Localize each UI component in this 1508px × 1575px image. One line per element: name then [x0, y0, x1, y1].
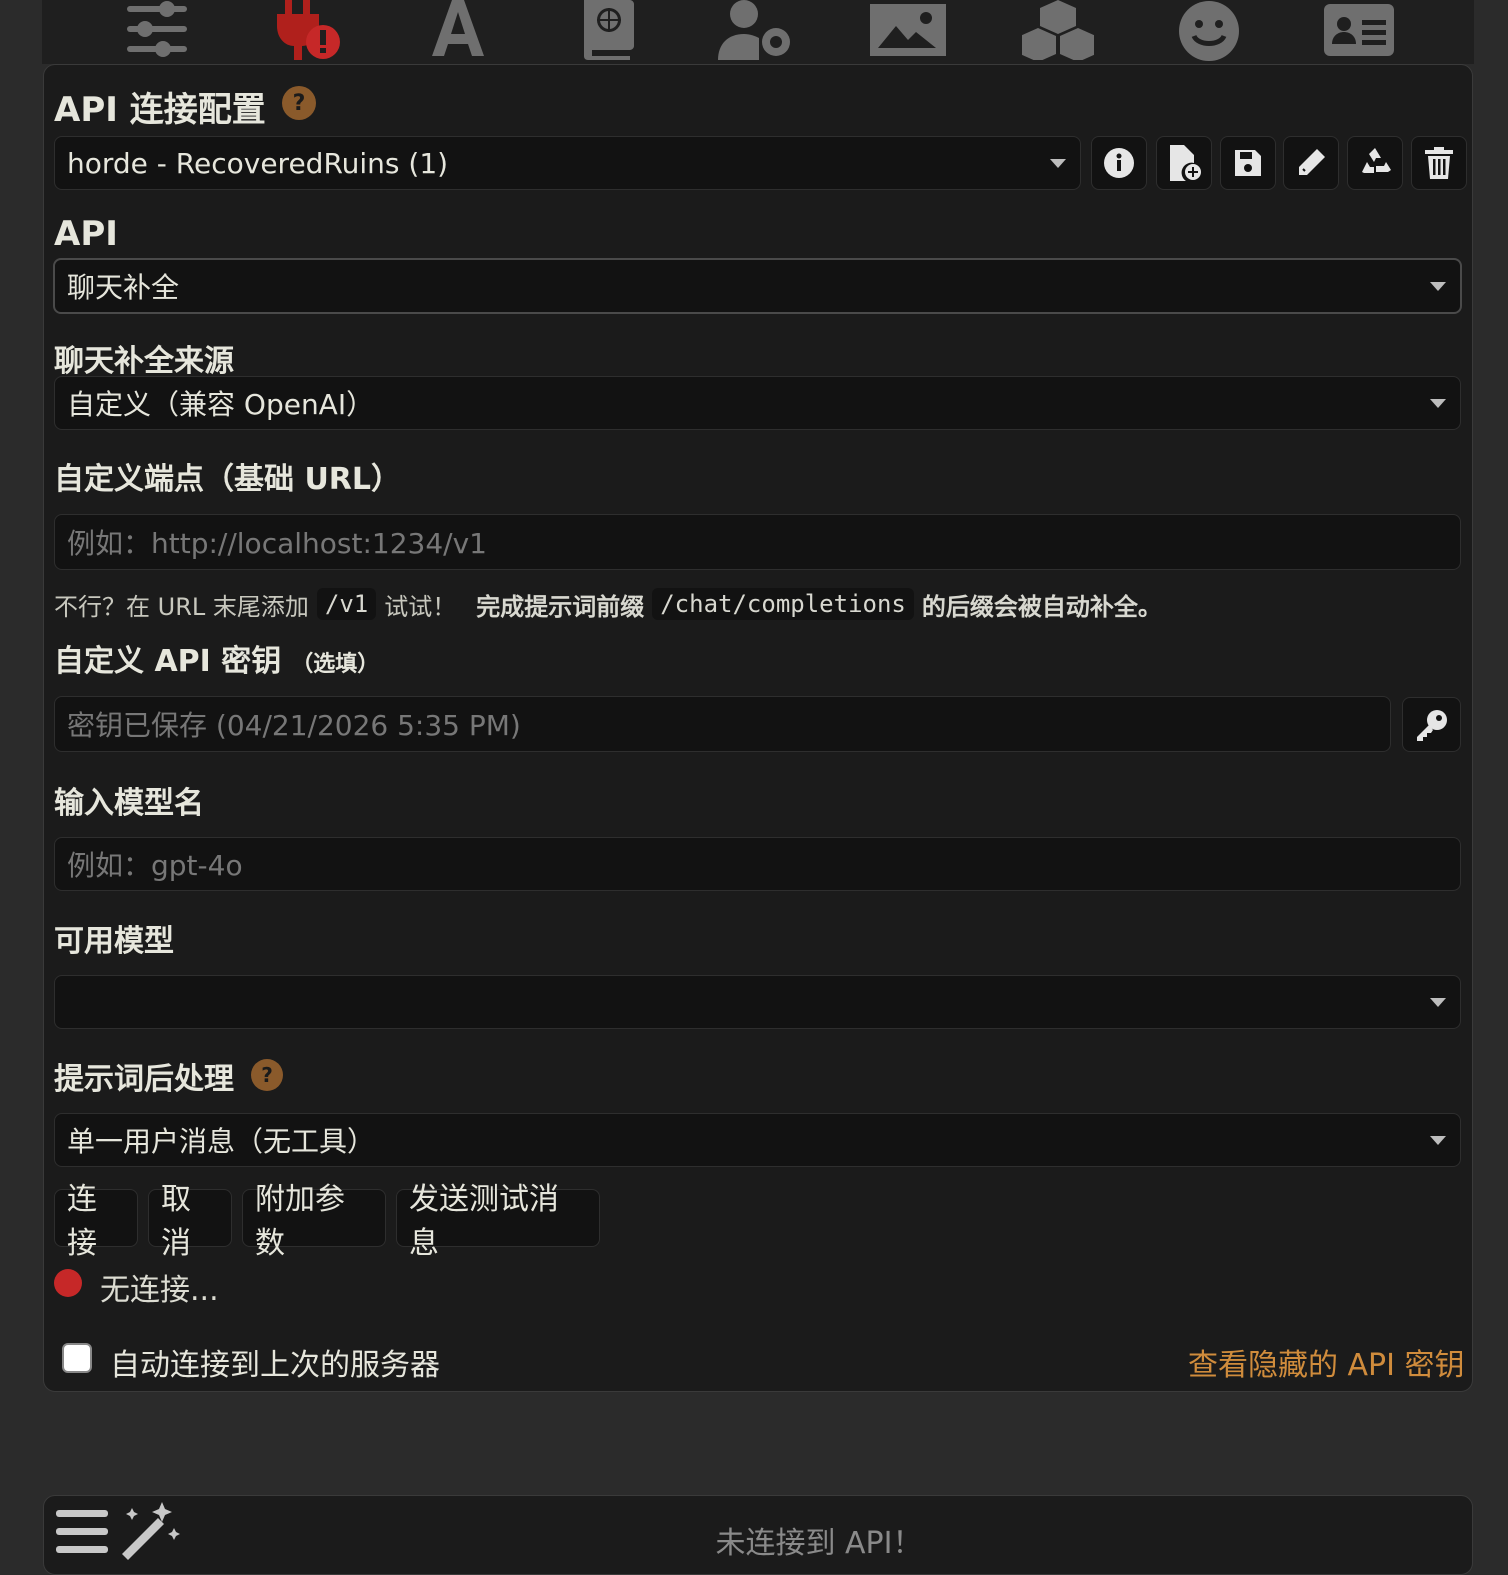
post-processing-value: 单一用户消息（无工具）	[67, 1125, 376, 1158]
info-circle-icon	[1104, 148, 1134, 178]
model-name-input[interactable]: 例如：gpt-4o	[54, 837, 1461, 891]
cubes-icon[interactable]	[1018, 0, 1098, 62]
api-key-manage-button[interactable]	[1402, 697, 1461, 752]
hint-text-2: 试试！	[384, 592, 457, 621]
profile-save-button[interactable]	[1220, 136, 1276, 190]
status-indicator-icon	[54, 1269, 82, 1297]
send-test-message-button[interactable]: 发送测试消息	[396, 1182, 600, 1261]
connection-profile-value: horde - RecoveredRuins (1)	[67, 146, 449, 180]
file-plus-icon	[1170, 145, 1201, 181]
trash-icon	[1425, 147, 1453, 179]
chevron-down-icon	[1430, 1136, 1446, 1145]
custom-api-key-optional: （选填）	[291, 652, 380, 677]
hint-text-3: 完成提示词前缀	[476, 592, 645, 621]
chevron-down-icon	[1430, 282, 1446, 291]
hint-text-4: 的后缀会被自动补全。	[921, 592, 1162, 621]
chevron-down-icon	[1050, 159, 1066, 168]
auto-connect-label: 自动连接到上次的服务器	[110, 1348, 440, 1383]
api-label: API	[54, 214, 118, 254]
connection-profile-title: API 连接配置	[54, 90, 266, 130]
custom-api-key-label-text: 自定义 API 密钥	[54, 644, 282, 679]
user-gear-icon[interactable]	[717, 0, 798, 62]
auto-connect-checkbox[interactable]	[62, 1343, 92, 1373]
connection-profile-select[interactable]: horde - RecoveredRuins (1)	[54, 136, 1081, 190]
profile-delete-button[interactable]	[1411, 136, 1467, 190]
hint-code-v1: /v1	[316, 588, 377, 620]
profile-reload-button[interactable]	[1347, 136, 1403, 190]
custom-endpoint-input[interactable]: 例如：http://localhost:1234/v1	[54, 514, 1461, 570]
floppy-disk-icon	[1235, 150, 1261, 176]
prompt-post-processing-label: 提示词后处理	[54, 1062, 234, 1097]
sliders-icon[interactable]	[117, 0, 197, 62]
chat-source-value: 自定义（兼容 OpenAI）	[67, 388, 375, 421]
available-models-label: 可用模型	[54, 924, 174, 959]
plug-warning-icon[interactable]	[267, 0, 347, 62]
connection-status-text: 无连接...	[100, 1273, 219, 1308]
image-icon[interactable]	[868, 0, 948, 62]
chat-source-select[interactable]: 自定义（兼容 OpenAI）	[54, 376, 1461, 430]
profile-info-button[interactable]	[1091, 136, 1147, 190]
available-models-select[interactable]	[54, 975, 1461, 1029]
model-name-label: 输入模型名	[54, 786, 204, 821]
recycle-icon	[1362, 148, 1391, 173]
chevron-down-icon	[1430, 998, 1446, 1007]
chevron-down-icon	[1430, 399, 1446, 408]
custom-endpoint-label: 自定义端点（基础 URL）	[54, 462, 402, 497]
prompt-post-processing-select[interactable]: 单一用户消息（无工具）	[54, 1113, 1461, 1167]
book-globe-icon[interactable]	[568, 0, 648, 62]
pencil-icon	[1299, 149, 1325, 175]
post-processing-help-icon[interactable]: ?	[251, 1059, 283, 1091]
profile-create-button[interactable]	[1156, 136, 1212, 190]
top-toolbar	[42, 0, 1474, 64]
connection-profile-help-icon[interactable]: ?	[282, 86, 316, 120]
hint-text-1: 不行？在 URL 末尾添加	[54, 592, 309, 621]
smiley-icon[interactable]	[1169, 0, 1249, 62]
profile-rename-button[interactable]	[1283, 136, 1339, 190]
hint-code-chat-completions: /chat/completions	[652, 588, 914, 620]
api-select[interactable]: 聊天补全	[53, 258, 1462, 314]
view-hidden-api-keys-link[interactable]: 查看隐藏的 API 密钥	[1188, 1340, 1465, 1384]
font-a-icon[interactable]	[418, 0, 498, 62]
id-card-icon[interactable]	[1319, 0, 1399, 62]
custom-api-key-label: 自定义 API 密钥 （选填）	[54, 636, 379, 680]
custom-api-key-input[interactable]: 密钥已保存 (04/21/2026 5:35 PM)	[54, 696, 1391, 752]
connect-button[interactable]: 连接	[54, 1182, 138, 1261]
cancel-button[interactable]: 取消	[148, 1182, 232, 1261]
key-icon	[1416, 709, 1447, 741]
api-value: 聊天补全	[67, 271, 180, 304]
extra-params-button[interactable]: 附加参数	[242, 1182, 386, 1261]
chat-source-label: 聊天补全来源	[54, 344, 234, 379]
send-textarea[interactable]: 未连接到 API！	[0, 1518, 1508, 1562]
endpoint-hint: 不行？在 URL 末尾添加 /v1 试试！ 完成提示词前缀 /chat/comp…	[54, 584, 1162, 624]
